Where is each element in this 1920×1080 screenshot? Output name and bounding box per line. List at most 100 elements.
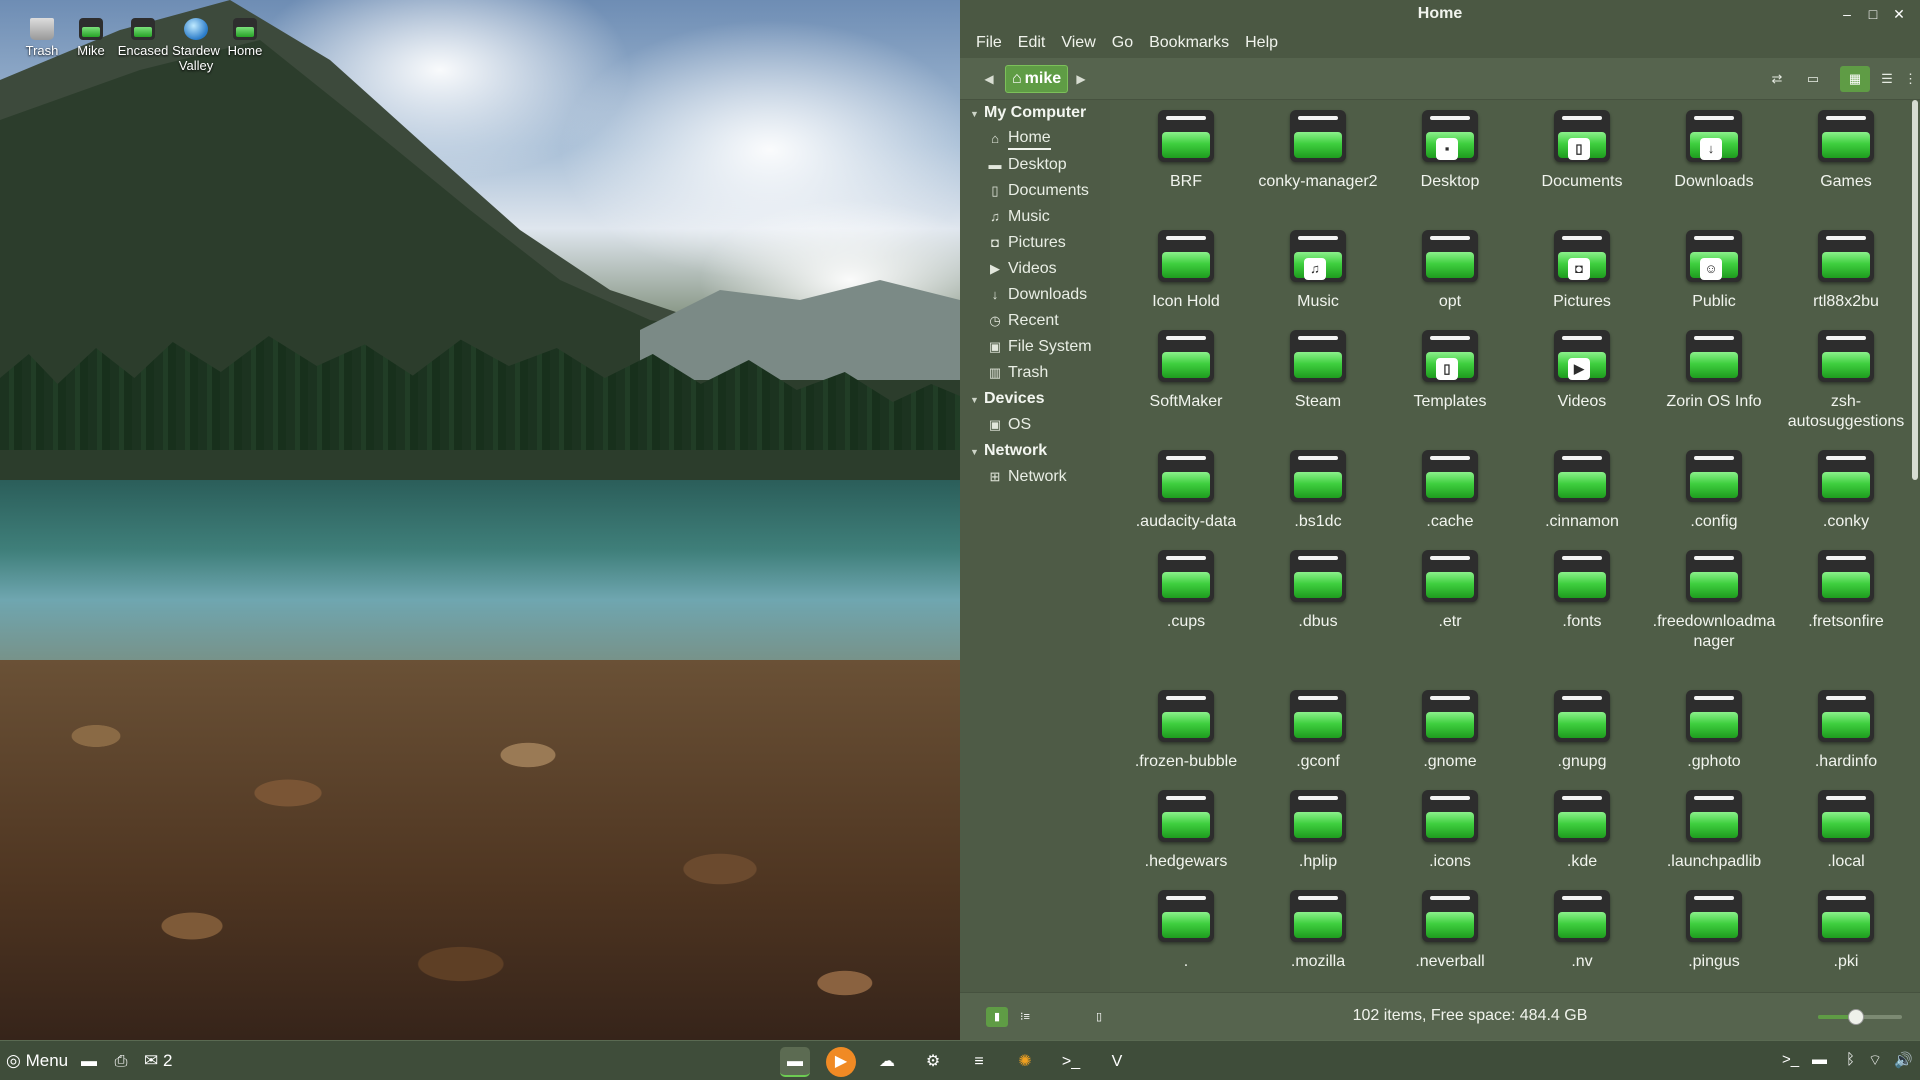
file-item[interactable]: Steam: [1252, 330, 1384, 412]
maximize-button[interactable]: □: [1862, 3, 1884, 25]
files-app-icon[interactable]: ▬: [780, 1047, 810, 1077]
sidebar-item-network[interactable]: ⊞ Network: [960, 464, 1110, 490]
file-view[interactable]: BRF conky-manager2 ▪ Desktop ▯ Documents ↓ Down…: [1110, 100, 1920, 992]
expander-icon[interactable]: ▼: [970, 387, 984, 412]
show-desktop-icon[interactable]: ▬: [74, 1047, 104, 1077]
file-item[interactable]: .cache: [1384, 450, 1516, 532]
file-item[interactable]: .: [1120, 890, 1252, 972]
file-item[interactable]: .pingus: [1648, 890, 1780, 972]
open-in-terminal-icon[interactable]: ▭: [1798, 66, 1828, 92]
firefox-icon[interactable]: ✺: [1010, 1047, 1040, 1077]
terminal-icon[interactable]: >_: [1056, 1047, 1086, 1077]
file-item[interactable]: .etr: [1384, 550, 1516, 632]
file-item[interactable]: .conky: [1780, 450, 1912, 532]
minimize-button[interactable]: –: [1836, 3, 1858, 25]
file-item[interactable]: ↓ Downloads: [1648, 110, 1780, 192]
sidebar-section-my-computer[interactable]: ▼ My Computer: [960, 100, 1110, 126]
file-item[interactable]: .mozilla: [1252, 890, 1384, 972]
cloud-sync-icon[interactable]: ☁: [872, 1047, 902, 1077]
title-bar[interactable]: Home – □ ✕: [960, 0, 1920, 28]
wifi-icon[interactable]: ⌔: [1868, 1051, 1882, 1070]
file-item[interactable]: BRF: [1120, 110, 1252, 192]
sidebar-item-file-system[interactable]: ▣ File System: [960, 334, 1110, 360]
scrollbar[interactable]: [1912, 100, 1918, 480]
menu-button[interactable]: ◎ Menu: [6, 1045, 68, 1077]
zoom-slider-handle[interactable]: [1847, 1009, 1864, 1025]
file-item[interactable]: .gnome: [1384, 690, 1516, 772]
file-item[interactable]: zsh-autosuggestions: [1780, 330, 1912, 432]
forward-button[interactable]: ▶: [1072, 68, 1090, 90]
file-item[interactable]: Icon Hold: [1120, 230, 1252, 312]
sidebar-item-documents[interactable]: ▯ Documents: [960, 178, 1110, 204]
file-item[interactable]: .icons: [1384, 790, 1516, 872]
file-item[interactable]: .gconf: [1252, 690, 1384, 772]
icon-view-button[interactable]: ▦: [1840, 66, 1870, 92]
file-item[interactable]: .audacity-data: [1120, 450, 1252, 532]
desktop-icon-encased[interactable]: Encased: [113, 18, 173, 58]
compact-view-button[interactable]: ⋮⋮: [1902, 66, 1920, 92]
toggle-location-entry-icon[interactable]: ⇄: [1762, 66, 1792, 92]
desktop-icon-mike[interactable]: Mike: [61, 18, 121, 58]
file-item[interactable]: .cups: [1120, 550, 1252, 632]
file-item[interactable]: .neverball: [1384, 890, 1516, 972]
file-item[interactable]: .freedownloadmanager: [1648, 550, 1780, 652]
desktop-icon-home[interactable]: Home: [215, 18, 275, 58]
list-view-button[interactable]: ☰: [1872, 66, 1902, 92]
notifications-button[interactable]: ✉ 2: [144, 1045, 172, 1077]
file-item[interactable]: ▶ Videos: [1516, 330, 1648, 412]
sidebar-item-pictures[interactable]: ◘ Pictures: [960, 230, 1110, 256]
file-item[interactable]: .dbus: [1252, 550, 1384, 632]
file-item[interactable]: .bs1dc: [1252, 450, 1384, 532]
sidebar-item-recent[interactable]: ◷ Recent: [960, 308, 1110, 334]
media-player-icon[interactable]: ▶: [826, 1047, 856, 1077]
sidebar-item-os[interactable]: ▣ OS: [960, 412, 1110, 438]
sidebar-item-trash[interactable]: ▥ Trash: [960, 360, 1110, 386]
file-item[interactable]: .cinnamon: [1516, 450, 1648, 532]
sidebar-item-home[interactable]: ⌂ Home: [960, 126, 1110, 152]
expander-icon[interactable]: ▼: [970, 439, 984, 464]
menu-bookmarks[interactable]: Bookmarks: [1141, 34, 1237, 52]
file-item[interactable]: .launchpadlib: [1648, 790, 1780, 872]
file-item[interactable]: .fretsonfire: [1780, 550, 1912, 632]
menu-go[interactable]: Go: [1104, 34, 1141, 52]
menu-edit[interactable]: Edit: [1010, 34, 1054, 52]
text-editor-icon[interactable]: ≡: [964, 1047, 994, 1077]
sidebar-item-desktop[interactable]: ▬ Desktop: [960, 152, 1110, 178]
file-item[interactable]: ▯ Documents: [1516, 110, 1648, 192]
volume-icon[interactable]: 🔊: [1894, 1051, 1913, 1069]
printer-icon[interactable]: ⎙: [106, 1047, 136, 1077]
file-item[interactable]: .gphoto: [1648, 690, 1780, 772]
file-item[interactable]: .gnupg: [1516, 690, 1648, 772]
files-tray-icon[interactable]: ▬: [1812, 1051, 1827, 1068]
file-item[interactable]: .nv: [1516, 890, 1648, 972]
sidebar-item-videos[interactable]: ▶ Videos: [960, 256, 1110, 282]
file-item[interactable]: ▪ Desktop: [1384, 110, 1516, 192]
file-item[interactable]: .frozen-bubble: [1120, 690, 1252, 772]
sidebar-section-devices[interactable]: ▼ Devices: [960, 386, 1110, 412]
file-item[interactable]: .pki: [1780, 890, 1912, 972]
file-item[interactable]: .config: [1648, 450, 1780, 532]
file-item[interactable]: .hplip: [1252, 790, 1384, 872]
menu-view[interactable]: View: [1053, 34, 1103, 52]
file-item[interactable]: ☺ Public: [1648, 230, 1780, 312]
file-item[interactable]: .fonts: [1516, 550, 1648, 632]
expander-icon[interactable]: ▼: [970, 101, 984, 126]
file-item[interactable]: ◘ Pictures: [1516, 230, 1648, 312]
close-button[interactable]: ✕: [1888, 3, 1910, 25]
sidebar-item-music[interactable]: ♫ Music: [960, 204, 1110, 230]
file-item[interactable]: opt: [1384, 230, 1516, 312]
settings-icon[interactable]: ⚙: [918, 1047, 948, 1077]
sidebar-item-downloads[interactable]: ↓ Downloads: [960, 282, 1110, 308]
file-item[interactable]: conky-manager2: [1252, 110, 1384, 192]
menu-help[interactable]: Help: [1237, 34, 1286, 52]
file-item[interactable]: .hedgewars: [1120, 790, 1252, 872]
zoom-slider[interactable]: [1818, 1009, 1902, 1025]
file-item[interactable]: .hardinfo: [1780, 690, 1912, 772]
menu-file[interactable]: File: [968, 34, 1010, 52]
terminal-tray-icon[interactable]: >_: [1782, 1051, 1799, 1068]
file-item[interactable]: Games: [1780, 110, 1912, 192]
bluetooth-icon[interactable]: ᛒ: [1846, 1051, 1855, 1068]
vivaldi-icon[interactable]: V: [1102, 1047, 1132, 1077]
file-item[interactable]: .kde: [1516, 790, 1648, 872]
back-button[interactable]: ◀: [980, 68, 998, 90]
